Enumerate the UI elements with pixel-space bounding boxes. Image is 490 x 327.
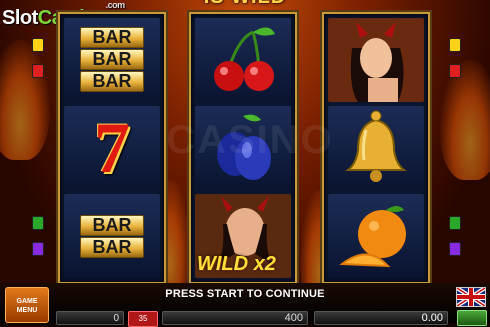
line-indicator-right-3[interactable] xyxy=(449,216,461,230)
bar-label: BAR xyxy=(80,27,144,48)
title-banner: IS WILD xyxy=(170,0,320,10)
game-menu-button[interactable]: GAME MENU xyxy=(5,287,49,323)
start-button[interactable] xyxy=(457,310,487,326)
symbol-seven: 7 xyxy=(64,106,160,190)
line-indicator-right-1[interactable] xyxy=(449,38,461,52)
language-flag-icon[interactable] xyxy=(456,287,486,307)
symbol-orange xyxy=(328,194,424,278)
line-indicator-left-2[interactable] xyxy=(32,64,44,78)
line-indicator-left-3[interactable] xyxy=(32,216,44,230)
watermark: CASINO xyxy=(166,118,334,162)
bell-icon xyxy=(345,110,407,182)
symbol-double-bar: BAR BAR xyxy=(64,194,160,278)
symbol-bell xyxy=(328,106,424,190)
bar-label: BAR xyxy=(80,237,144,258)
seven-label: 7 xyxy=(94,108,130,188)
wild-multiplier-label: WILD x2 xyxy=(197,253,276,275)
line-indicator-left-4[interactable] xyxy=(32,242,44,256)
orange-icon xyxy=(339,206,406,268)
reel-1: BAR BAR BAR 7 BAR BAR xyxy=(58,12,166,284)
bet-chip[interactable]: 35 xyxy=(128,311,158,327)
bar-label: BAR xyxy=(80,215,144,236)
symbol-wild-devil: WILD x2 xyxy=(195,194,291,278)
symbol-cherries xyxy=(195,18,291,102)
bar-label: BAR xyxy=(80,49,144,70)
flame-decor-right xyxy=(440,60,490,180)
line-indicator-right-2[interactable] xyxy=(449,64,461,78)
devil-woman-icon xyxy=(328,18,424,102)
bar-label: BAR xyxy=(80,71,144,92)
line-indicator-left-1[interactable] xyxy=(32,38,44,52)
cherries-icon xyxy=(214,27,275,91)
line-indicator-right-4[interactable] xyxy=(449,242,461,256)
symbol-devil-woman xyxy=(328,18,424,102)
status-message: PRESS START TO CONTINUE xyxy=(165,288,325,300)
symbol-triple-bar: BAR BAR BAR xyxy=(64,18,160,102)
